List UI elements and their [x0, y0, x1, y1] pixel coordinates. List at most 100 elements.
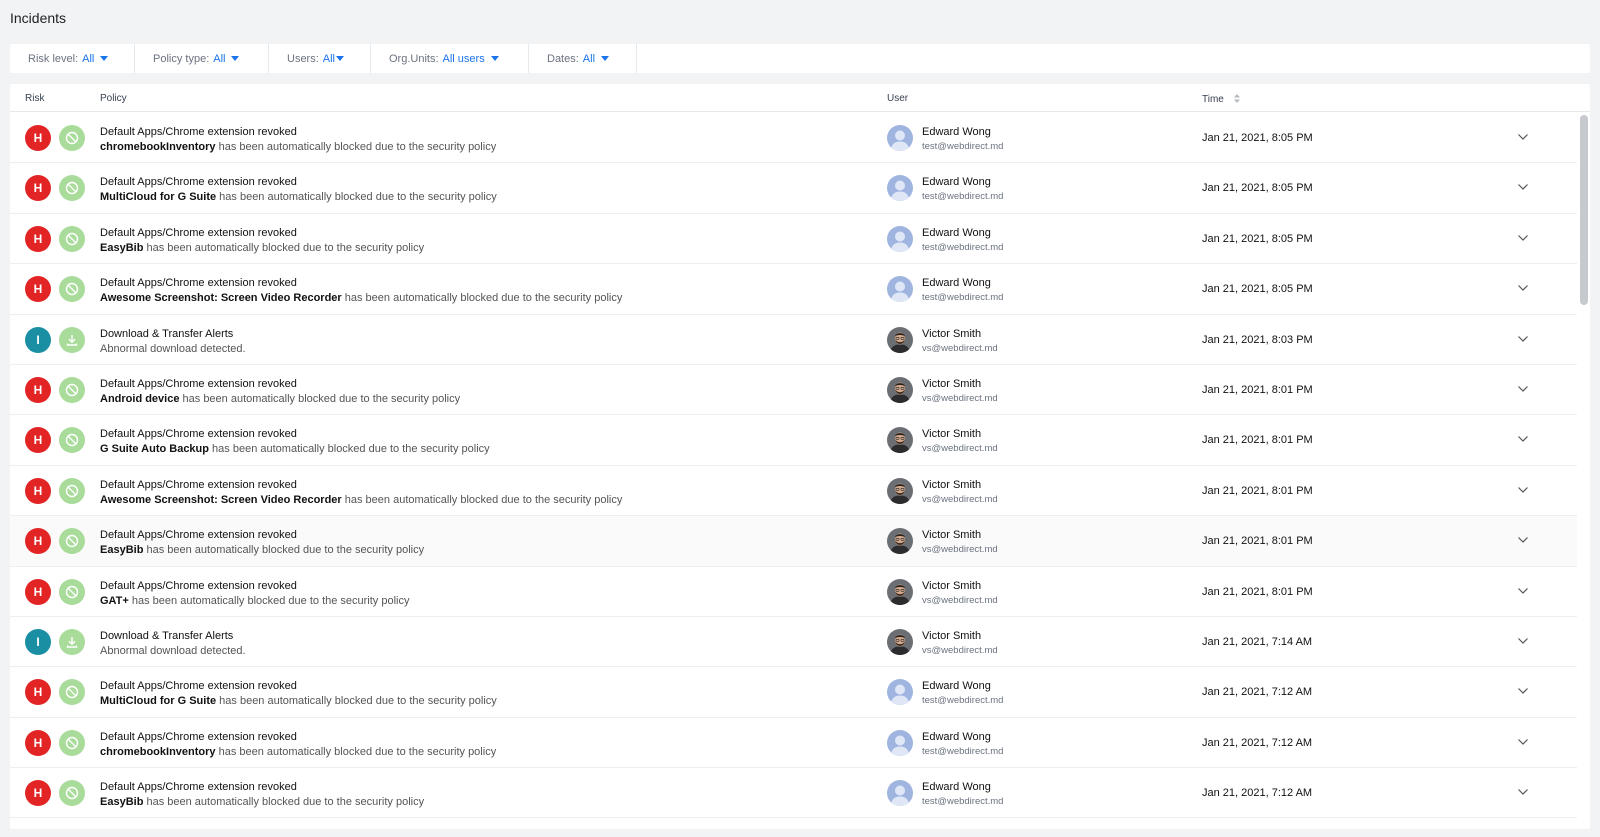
chevron-down-icon[interactable] [1517, 131, 1529, 143]
filter-users[interactable]: Users: All [269, 44, 371, 73]
policy-subject: Awesome Screenshot: Screen Video Recorde… [100, 292, 342, 305]
chevron-down-icon[interactable] [1517, 736, 1529, 748]
policy-subject: Awesome Screenshot: Screen Video Recorde… [100, 493, 342, 506]
policy-cell: Default Apps/Chrome extension revoked ch… [100, 125, 496, 155]
table-row[interactable]: H Default Apps/Chrome extension revoked … [10, 415, 1577, 466]
table-row[interactable]: H Default Apps/Chrome extension revoked … [10, 718, 1577, 769]
table-row[interactable]: H Default Apps/Chrome extension revoked … [10, 466, 1577, 517]
incident-time: Jan 21, 2021, 7:12 AM [1202, 736, 1313, 749]
filter-risk-level[interactable]: Risk level: All [10, 44, 135, 73]
user-name: Edward Wong [922, 781, 991, 794]
column-header-policy: Policy [100, 93, 127, 104]
user-email: vs@webdirect.md [922, 594, 998, 606]
table-row[interactable]: I Download & Transfer Alerts Abnormal do… [10, 315, 1577, 365]
avatar [887, 376, 913, 403]
user-name: Victor Smith [922, 529, 982, 542]
chevron-down-icon[interactable] [1517, 635, 1529, 647]
user-email: vs@webdirect.md [922, 544, 998, 556]
scrollbar-thumb[interactable] [1580, 115, 1588, 305]
table-row[interactable]: H Default Apps/Chrome extension revoked … [10, 113, 1577, 164]
filter-value: All [582, 52, 596, 65]
chevron-down-icon[interactable] [1517, 383, 1529, 395]
table-row[interactable]: H Default Apps/Chrome extension revoked … [10, 567, 1577, 617]
vertical-scrollbar[interactable] [1579, 113, 1589, 829]
caret-down-icon [601, 56, 610, 61]
chevron-down-icon[interactable] [1517, 181, 1529, 193]
column-header-time-label: Time [1202, 94, 1224, 105]
block-icon [59, 376, 85, 403]
table-row[interactable]: H Default Apps/Chrome extension revoked … [10, 768, 1577, 819]
user-email: test@webdirect.md [922, 695, 1004, 707]
incident-time: Jan 21, 2021, 8:05 PM [1202, 283, 1313, 296]
table-row[interactable]: H Default Apps/Chrome extension revoked … [10, 365, 1577, 416]
chevron-down-icon[interactable] [1517, 282, 1529, 294]
policy-description-text: has been automatically blocked due to th… [209, 443, 490, 456]
table-header: Risk Policy User Time [10, 84, 1590, 112]
filter-bar: Risk level: All Policy type: All Users: … [10, 44, 1590, 73]
chevron-down-icon[interactable] [1517, 484, 1529, 496]
avatar [887, 780, 913, 807]
avatar [887, 477, 913, 504]
policy-description-text: has been automatically blocked due to th… [216, 191, 497, 204]
policy-title: Default Apps/Chrome extension revoked [100, 680, 297, 693]
chevron-down-icon[interactable] [1517, 685, 1529, 697]
table-row[interactable]: I Download & Transfer Alerts Abnormal do… [10, 617, 1577, 668]
user-email: test@webdirect.md [922, 241, 1004, 253]
table-row[interactable]: H Default Apps/Chrome extension revoked … [10, 214, 1577, 265]
policy-subject: G Suite Auto Backup [100, 443, 209, 456]
filter-policy-type[interactable]: Policy type: All [135, 44, 269, 73]
filter-label: Users: [287, 52, 319, 65]
risk-badge: H [25, 376, 51, 403]
risk-badge: H [25, 427, 51, 454]
risk-badge: H [25, 780, 51, 807]
policy-description: Android device has been automatically bl… [100, 392, 460, 407]
filter-label: Risk level: [28, 52, 79, 65]
policy-description-text: has been automatically blocked due to th… [179, 392, 461, 405]
chevron-down-icon[interactable] [1517, 333, 1529, 345]
avatar [887, 175, 913, 202]
download-icon [59, 326, 85, 353]
incident-time: Jan 21, 2021, 8:05 PM [1202, 182, 1313, 195]
column-header-time[interactable]: Time [1202, 93, 1241, 105]
policy-cell: Default Apps/Chrome extension revoked Ea… [100, 528, 424, 558]
policy-cell: Default Apps/Chrome extension revoked Aw… [100, 478, 622, 508]
risk-badge: H [25, 477, 51, 504]
chevron-down-icon[interactable] [1517, 433, 1529, 445]
table-row[interactable]: H Default Apps/Chrome extension revoked … [10, 516, 1577, 567]
filter-label: Org.Units: [389, 52, 439, 65]
user-email: vs@webdirect.md [922, 392, 998, 404]
policy-description: MultiCloud for G Suite has been automati… [100, 694, 497, 709]
block-icon [59, 276, 85, 303]
user-name: Edward Wong [922, 126, 991, 138]
policy-cell: Default Apps/Chrome extension revoked Aw… [100, 276, 622, 306]
chevron-down-icon[interactable] [1517, 786, 1529, 798]
sort-icon[interactable] [1233, 93, 1241, 104]
incident-time: Jan 21, 2021, 8:05 PM [1202, 232, 1313, 245]
policy-description: Abnormal download detected. [100, 342, 246, 357]
filter-org-units[interactable]: Org.Units: All users [371, 44, 529, 73]
user-email: test@webdirect.md [922, 191, 1004, 203]
chevron-down-icon[interactable] [1517, 585, 1529, 597]
policy-subject: EasyBib [100, 241, 144, 254]
table-row[interactable]: H Default Apps/Chrome extension revoked … [10, 264, 1577, 315]
table-row[interactable]: H Default Apps/Chrome extension revoked … [10, 667, 1577, 718]
policy-subject: MultiCloud for G Suite [100, 695, 217, 708]
column-header-user: User [887, 93, 909, 104]
risk-badge: H [25, 175, 51, 202]
block-icon [59, 427, 85, 454]
filter-value: All [82, 52, 95, 65]
policy-description: G Suite Auto Backup has been automatical… [100, 442, 490, 457]
chevron-down-icon[interactable] [1517, 534, 1529, 546]
avatar [887, 326, 913, 353]
policy-description: chromebookInventory has been automatical… [100, 140, 496, 155]
risk-badge: H [25, 578, 51, 605]
table-row[interactable]: H Default Apps/Chrome extension revoked … [10, 163, 1577, 214]
policy-description-text: Abnormal download detected. [100, 644, 246, 657]
avatar [887, 729, 913, 756]
filter-dates[interactable]: Dates: All [529, 44, 637, 73]
user-email: vs@webdirect.md [922, 644, 998, 656]
policy-cell: Default Apps/Chrome extension revoked GA… [100, 579, 410, 609]
filter-label: Dates: [547, 52, 579, 65]
chevron-down-icon[interactable] [1517, 232, 1529, 244]
incident-time: Jan 21, 2021, 7:14 AM [1202, 635, 1313, 648]
